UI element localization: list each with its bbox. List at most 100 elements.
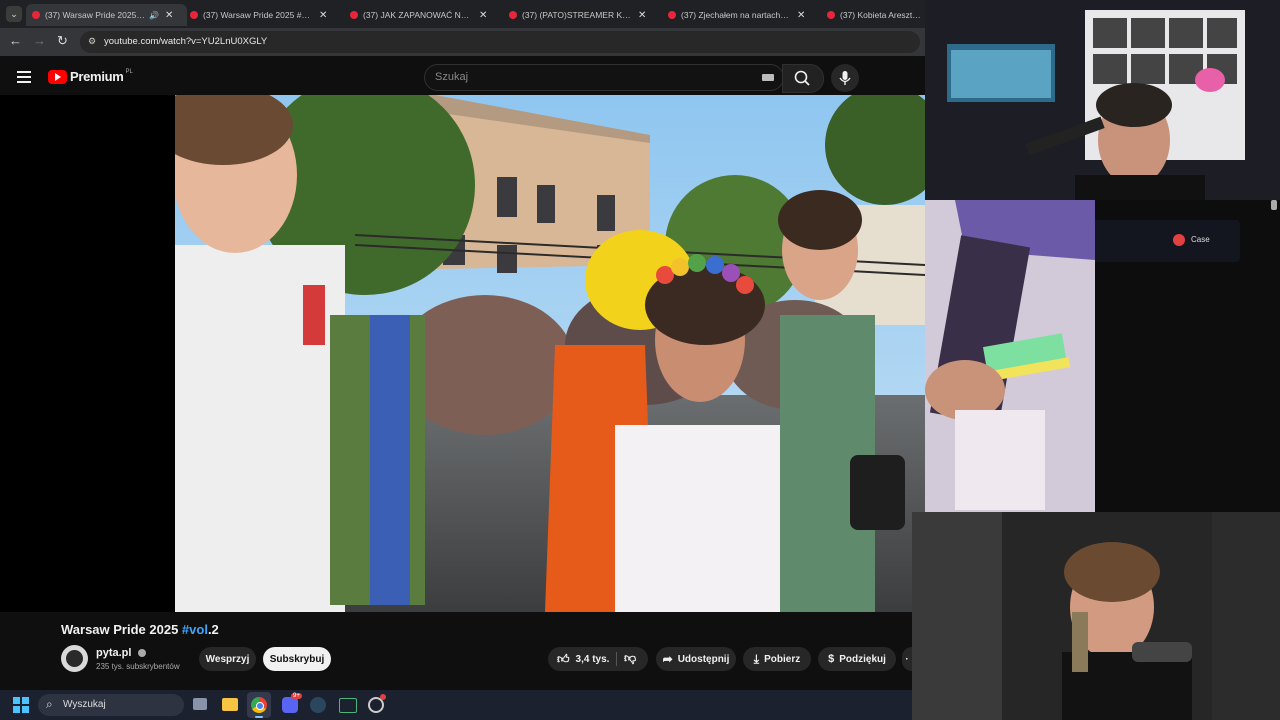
file-explorer-icon[interactable] (222, 698, 238, 711)
tab-label: (37) Kobieta Aresztowana (840, 10, 925, 20)
webcam-top-image (925, 0, 1280, 200)
back-icon[interactable]: ← (9, 33, 22, 48)
microphone-icon (839, 71, 851, 85)
search-button[interactable] (782, 64, 824, 93)
menu-icon[interactable] (17, 71, 31, 83)
tab-label: (37) JAK ZAPANOWAĆ NAD BYCIEM (363, 10, 473, 20)
close-tab-icon[interactable]: ✕ (165, 10, 173, 21)
webcam-feed-bottom (912, 512, 1280, 720)
video-title-suffix: .2 (207, 622, 219, 637)
download-icon: ⤓ (753, 651, 760, 666)
tab-label: (37) (PATO)STREAMER Który NIE (522, 10, 632, 20)
thanks-button[interactable]: $ Podziękuj (818, 647, 896, 671)
forward-icon[interactable]: → (33, 33, 46, 48)
webcam-feed-top (925, 0, 1280, 200)
video-title: Warsaw Pride 2025 #vol.2 (61, 622, 219, 637)
tab-label: (37) Warsaw Pride 2025 #vol.2 (45, 10, 145, 20)
search-placeholder: Szukaj (435, 71, 469, 83)
sponsor-logo-icon (1173, 234, 1185, 246)
channel-name-row[interactable]: pyta.pl (96, 647, 146, 659)
speaker-icon[interactable]: 🔊 (149, 11, 159, 20)
hashtag-link[interactable]: #vol (182, 622, 208, 637)
share-label: Udostępnij (677, 653, 730, 665)
close-tab-icon[interactable]: ✕ (797, 10, 805, 21)
video-info-panel: Warsaw Pride 2025 #vol.2 pyta.pl 235 tys… (0, 612, 912, 692)
share-button[interactable]: ➦ Udostępnij (656, 647, 736, 671)
youtube-logo[interactable]: Premium PL (48, 69, 133, 84)
thanks-icon: $ (828, 653, 835, 665)
scrollbar-thumb[interactable] (1271, 200, 1277, 210)
subscriber-count: 235 tys. subskrybentów (96, 662, 180, 671)
windows-start-icon[interactable] (13, 697, 29, 713)
channel-avatar[interactable] (61, 645, 88, 672)
youtube-favicon-icon (827, 11, 835, 19)
close-tab-icon[interactable]: ✕ (319, 10, 327, 21)
download-button[interactable]: ⤓ Pobierz (743, 647, 811, 671)
tab-item[interactable]: (37) Warsaw Pride 2025 #vol.2 ✕ (190, 4, 340, 26)
windows-taskbar: ⌕ Wyszukaj 9+ (0, 690, 1000, 720)
player-letterbox (0, 95, 175, 612)
like-dislike-group: 👍︎ 3,4 tys. 👎︎ (548, 647, 648, 671)
taskbar-search-input[interactable]: ⌕ Wyszukaj (38, 694, 184, 716)
site-info-icon[interactable]: ⚙ (88, 36, 96, 47)
youtube-header: Premium PL Szukaj (0, 56, 925, 95)
thumbs-down-icon[interactable]: 👎︎ (624, 651, 636, 666)
subscribe-button[interactable]: Subskrybuj (263, 647, 331, 671)
chrome-taskbar-button[interactable] (247, 692, 271, 718)
url-text: youtube.com/watch?v=YU2LnU0XGLY (104, 36, 268, 47)
youtube-favicon-icon (350, 11, 358, 19)
download-label: Pobierz (764, 653, 801, 665)
sponsor-brand-text: Case (1191, 235, 1210, 244)
more-actions-button[interactable]: · (902, 647, 912, 671)
video-frame-image (175, 95, 925, 612)
youtube-play-icon (48, 69, 67, 84)
logo-text: Premium (70, 69, 124, 84)
youtube-favicon-icon (190, 11, 198, 19)
tab-item[interactable]: (37) Zjechałem na nartach z Mont ✕ (668, 4, 818, 26)
notification-badge: 9+ (291, 693, 302, 699)
address-bar: ← → ↻ ⚙ youtube.com/watch?v=YU2LnU0XGLY (0, 28, 925, 56)
stream-overlay-panel: Case (1095, 200, 1280, 512)
search-input[interactable]: Szukaj (424, 64, 784, 91)
close-tab-icon[interactable]: ✕ (479, 10, 487, 21)
tab-label: (37) Warsaw Pride 2025 #vol.2 (203, 10, 313, 20)
more-icon: · (905, 653, 909, 665)
reload-icon[interactable]: ↻ (57, 33, 68, 49)
discord-icon[interactable] (282, 697, 298, 713)
verified-check-icon (137, 649, 146, 658)
steam-icon[interactable] (310, 697, 326, 713)
thanks-label: Podziękuj (839, 653, 886, 665)
keyboard-icon[interactable] (762, 74, 774, 81)
overlay-clip-image (925, 200, 1095, 512)
tab-item[interactable]: (37) Warsaw Pride 2025 #vol.2 🔊 ✕ (26, 4, 187, 26)
video-player[interactable] (175, 95, 925, 612)
thumbs-up-icon[interactable]: 👍︎ (557, 652, 570, 667)
webcam-bottom-image (912, 512, 1280, 720)
video-title-text: Warsaw Pride 2025 (61, 622, 182, 637)
youtube-favicon-icon (32, 11, 40, 19)
channel-name[interactable]: pyta.pl (96, 647, 131, 659)
share-icon: ➦ (662, 652, 673, 666)
region-code: PL (125, 68, 133, 75)
tab-label: (37) Zjechałem na nartach z Mont (681, 10, 791, 20)
url-field[interactable]: ⚙ youtube.com/watch?v=YU2LnU0XGLY (80, 31, 920, 53)
tab-item[interactable]: (37) (PATO)STREAMER Który NIE ✕ (509, 4, 659, 26)
tab-search-button[interactable]: ⌄ (6, 6, 22, 22)
like-count[interactable]: 3,4 tys. (576, 654, 610, 665)
tab-item[interactable]: (37) Kobieta Aresztowana (827, 4, 925, 26)
voice-search-button[interactable] (831, 64, 859, 92)
close-tab-icon[interactable]: ✕ (638, 10, 646, 21)
tab-item[interactable]: (37) JAK ZAPANOWAĆ NAD BYCIEM ✕ (350, 4, 500, 26)
divider (616, 652, 617, 666)
youtube-favicon-icon (668, 11, 676, 19)
search-icon: ⌕ (46, 697, 53, 711)
browser-tab-strip: ⌄ (37) Warsaw Pride 2025 #vol.2 🔊 ✕ (37)… (0, 0, 925, 28)
support-button[interactable]: Wesprzyj (199, 647, 256, 671)
overlay-clip (925, 200, 1095, 512)
recording-dot-icon (380, 694, 386, 700)
task-view-icon[interactable] (193, 698, 207, 710)
search-icon (794, 70, 810, 86)
taskbar-search-placeholder: Wyszukaj (63, 699, 106, 710)
terminal-icon[interactable] (339, 698, 357, 713)
youtube-favicon-icon (509, 11, 517, 19)
